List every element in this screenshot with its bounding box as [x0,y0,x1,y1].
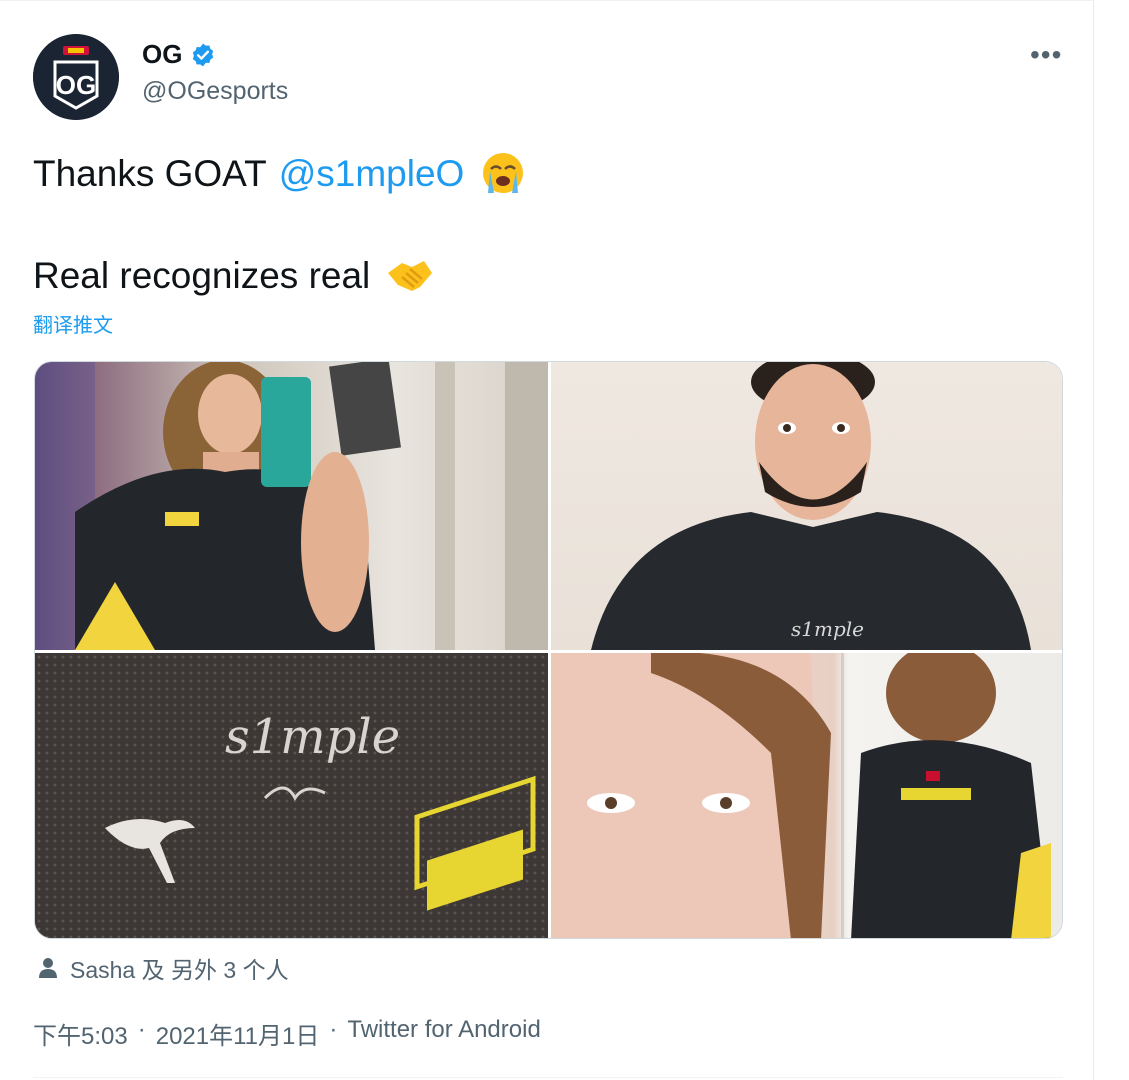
separator: · [137,1016,146,1043]
loudly-crying-face-emoji-icon [483,153,524,193]
separator: · [329,1016,338,1043]
navi-logo-icon [165,512,199,526]
person-icon [39,958,57,978]
tweet-text-line-1: Thanks GOAT @s1mpleO [33,149,528,199]
photo-signed-shirt-closeup[interactable]: s1mple [35,653,548,938]
more-options-button[interactable]: ••• [1030,41,1062,69]
tweet-text: Thanks GOAT [33,153,267,194]
photo-mirror-selfie[interactable] [35,362,548,650]
tweet-date[interactable]: 2021年11月1日 [156,1016,320,1051]
divider [33,1077,1063,1078]
author-avatar[interactable]: OG [33,34,119,120]
photo-bearded-man[interactable]: s1mple [551,362,1062,650]
translate-tweet-link[interactable]: 翻译推文 [33,309,113,338]
mention-link[interactable]: @s1mpleO [279,153,465,195]
author-name-row[interactable]: OG [142,39,216,70]
tweet-time[interactable]: 下午5:03 [33,1016,128,1051]
photo-smiling-face-and-back[interactable] [551,653,1062,938]
media-grid: s1mple s1mple [34,361,1063,939]
svg-text:s1mple: s1mple [791,617,864,641]
handshake-emoji-icon [388,261,433,291]
tweet-source-link[interactable]: Twitter for Android [347,1016,540,1051]
tweet-card: OG OG @OGesports ••• Thanks GOAT @s1mple… [0,0,1094,1080]
liked-by-row[interactable]: Sasha 及 另外 3 个人 [36,951,289,985]
tweet-meta: 下午5:03 · 2021年11月1日 · Twitter for Androi… [33,1016,541,1051]
svg-text:s1mple: s1mple [225,709,400,765]
verified-badge-icon [193,43,214,66]
svg-text:OG: OG [56,70,96,100]
author-handle[interactable]: @OGesports [142,77,288,106]
tweet-text-line-2: Real recognizes real [33,251,434,301]
author-name[interactable]: OG [142,39,182,70]
og-logo-icon: OG [33,34,119,120]
liked-by-text[interactable]: Sasha 及 另外 3 个人 [70,951,289,985]
tweet-text: Real recognizes real [33,255,371,296]
